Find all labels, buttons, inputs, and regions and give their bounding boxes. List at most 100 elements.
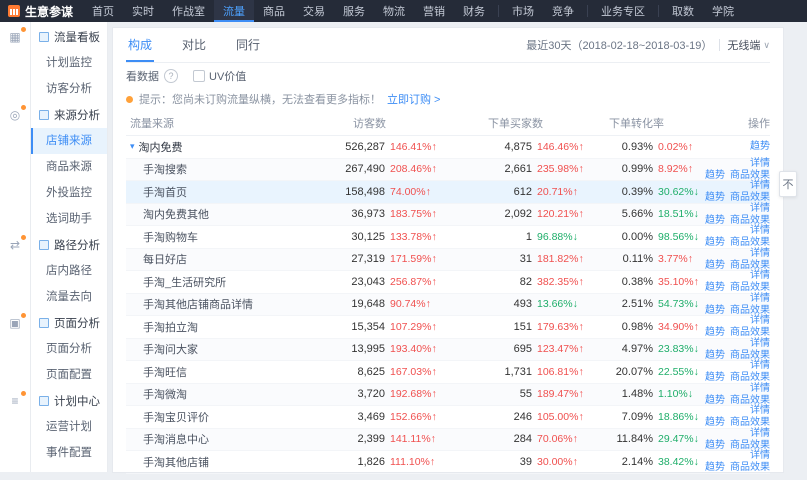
nav-item[interactable]: 作战室: [163, 0, 214, 22]
subscribe-link[interactable]: 立即订购 >: [387, 91, 440, 107]
table-row[interactable]: 手淘搜索267,490208.46%↑2,661235.98%↑0.99%8.9…: [126, 159, 770, 182]
sidebar-item[interactable]: 流量去向: [31, 284, 107, 310]
op-link[interactable]: 详情: [750, 270, 770, 281]
sidebar-item[interactable]: 店内路径: [31, 258, 107, 284]
table-row[interactable]: 淘内免费其他36,973183.75%↑2,092120.21%↑5.66%18…: [126, 204, 770, 227]
sidebar-item[interactable]: 访客分析: [31, 76, 107, 102]
path-analysis-icon[interactable]: ⇄: [7, 237, 23, 253]
sidebar-group-header[interactable]: 页面分析: [31, 310, 107, 336]
table-row[interactable]: 手淘其他店铺商品详情19,64890.74%↑49313.66%↓2.51%54…: [126, 294, 770, 317]
table-row[interactable]: 手淘_生活研究所23,043256.87%↑82382.35%↑0.38%35.…: [126, 271, 770, 294]
table-row[interactable]: 手淘首页158,49874.00%↑61220.71%↑0.39%30.62%↓…: [126, 181, 770, 204]
op-link[interactable]: 详情: [750, 180, 770, 191]
sidebar-item[interactable]: 页面配置: [31, 362, 107, 388]
conv-cell: 4.97%23.83%↓: [591, 343, 706, 355]
app-logo[interactable]: 生意参谋: [0, 0, 83, 22]
sidebar-item[interactable]: 商品来源: [31, 154, 107, 180]
help-icon[interactable]: ?: [164, 69, 178, 83]
op-link[interactable]: 详情: [750, 338, 770, 349]
op-link[interactable]: 商品效果: [730, 417, 770, 428]
op-link[interactable]: 商品效果: [730, 372, 770, 383]
op-link[interactable]: 趋势: [705, 350, 725, 361]
sidebar-item[interactable]: 事件配置: [31, 440, 107, 466]
nav-item[interactable]: 实时: [123, 0, 163, 22]
op-link[interactable]: 详情: [750, 203, 770, 214]
op-link[interactable]: 趋势: [705, 237, 725, 248]
sidebar-item[interactable]: 页面分析: [31, 336, 107, 362]
op-link[interactable]: 趋势: [705, 440, 725, 451]
op-link[interactable]: 趋势: [705, 462, 725, 473]
table-row[interactable]: 手淘微淘3,720192.68%↑55189.47%↑1.48%1.10%↓详情…: [126, 384, 770, 407]
op-link[interactable]: 趋势: [705, 327, 725, 338]
op-link[interactable]: 商品效果: [730, 327, 770, 338]
sidebar-item[interactable]: 运营计划: [31, 414, 107, 440]
sidebar-group-header[interactable]: 计划中心: [31, 388, 107, 414]
table-row[interactable]: 手淘问大家13,995193.40%↑695123.47%↑4.97%23.83…: [126, 339, 770, 362]
view-tab[interactable]: 构成: [126, 28, 154, 62]
nav-item[interactable]: 商品: [254, 0, 294, 22]
nav-item[interactable]: 流量: [214, 0, 254, 22]
nav-item[interactable]: 业务专区: [592, 0, 654, 22]
sidebar-item[interactable]: 选词助手: [31, 206, 107, 232]
op-link[interactable]: 趋势: [705, 215, 725, 226]
expand-caret-icon[interactable]: ▾: [130, 141, 135, 152]
op-link[interactable]: 趋势: [705, 192, 725, 203]
nav-item[interactable]: 市场: [503, 0, 543, 22]
op-link[interactable]: 商品效果: [730, 237, 770, 248]
plan-center-icon[interactable]: ≡: [7, 393, 23, 409]
nav-item[interactable]: 财务: [454, 0, 494, 22]
table-row[interactable]: 手淘拍立淘15,354107.29%↑151179.63%↑0.98%34.90…: [126, 316, 770, 339]
table-row[interactable]: 手淘购物车30,125133.78%↑196.88%↓0.00%98.56%↓详…: [126, 226, 770, 249]
sidebar-item[interactable]: 店铺来源: [31, 128, 107, 154]
sidebar-item[interactable]: 计划监控: [31, 50, 107, 76]
op-link[interactable]: 趋势: [705, 282, 725, 293]
op-link[interactable]: 详情: [750, 383, 770, 394]
op-link[interactable]: 详情: [750, 428, 770, 439]
sidebar-group-header[interactable]: 来源分析: [31, 102, 107, 128]
op-link[interactable]: 详情: [750, 158, 770, 169]
table-row[interactable]: 每日好店27,319171.59%↑31181.82%↑0.11%3.77%↑详…: [126, 249, 770, 272]
op-link[interactable]: 趋势: [705, 170, 725, 181]
sidebar-group-header[interactable]: 流量看板: [31, 24, 107, 50]
op-link[interactable]: 详情: [750, 405, 770, 416]
nav-item[interactable]: 服务: [334, 0, 374, 22]
table-row[interactable]: 手淘旺信8,625167.03%↑1,731106.81%↑20.07%22.5…: [126, 361, 770, 384]
table-row[interactable]: ▾淘内免费526,287146.41%↑4,875146.46%↑0.93%0.…: [126, 136, 770, 159]
op-link[interactable]: 趋势: [705, 417, 725, 428]
op-link[interactable]: 趋势: [705, 305, 725, 316]
uv-value-checkbox[interactable]: UV价值: [193, 68, 246, 84]
op-link[interactable]: 趋势: [705, 395, 725, 406]
nav-item[interactable]: 首页: [83, 0, 123, 22]
sidebar-item[interactable]: 外投监控: [31, 180, 107, 206]
view-tab[interactable]: 对比: [180, 28, 208, 62]
op-link[interactable]: 趋势: [750, 141, 770, 152]
op-link[interactable]: 详情: [750, 293, 770, 304]
sidebar-group-header[interactable]: 路径分析: [31, 232, 107, 258]
table-row[interactable]: 手淘宝贝评价3,469152.66%↑246105.00%↑7.09%18.86…: [126, 406, 770, 429]
page-analysis-icon[interactable]: ▣: [7, 315, 23, 331]
date-range-picker[interactable]: 最近30天（2018-02-18~2018-03-19）: [526, 37, 712, 53]
op-link[interactable]: 详情: [750, 225, 770, 236]
op-link[interactable]: 详情: [750, 450, 770, 461]
view-tab[interactable]: 同行: [234, 28, 262, 62]
nav-item[interactable]: 交易: [294, 0, 334, 22]
terminal-select[interactable]: 无线端 ∨: [727, 37, 770, 53]
op-link[interactable]: 趋势: [705, 260, 725, 271]
op-link[interactable]: 商品效果: [730, 462, 770, 473]
traffic-dashboard-icon[interactable]: ▦: [7, 29, 23, 45]
nav-item[interactable]: 取数: [663, 0, 703, 22]
nav-item[interactable]: 物流: [374, 0, 414, 22]
nav-item[interactable]: 竞争: [543, 0, 583, 22]
table-row[interactable]: 手淘其他店铺1,826111.10%↑3930.00%↑2.14%38.42%↓…: [126, 451, 770, 474]
op-link[interactable]: 商品效果: [730, 282, 770, 293]
op-link[interactable]: 详情: [750, 360, 770, 371]
feedback-tab[interactable]: 不: [779, 171, 797, 197]
op-link[interactable]: 商品效果: [730, 192, 770, 203]
nav-item[interactable]: 学院: [703, 0, 743, 22]
op-link[interactable]: 详情: [750, 315, 770, 326]
table-row[interactable]: 手淘消息中心2,399141.11%↑28470.06%↑11.84%29.47…: [126, 429, 770, 452]
source-analysis-icon[interactable]: ◎: [7, 107, 23, 123]
op-link[interactable]: 趋势: [705, 372, 725, 383]
op-link[interactable]: 详情: [750, 248, 770, 259]
nav-item[interactable]: 营销: [414, 0, 454, 22]
